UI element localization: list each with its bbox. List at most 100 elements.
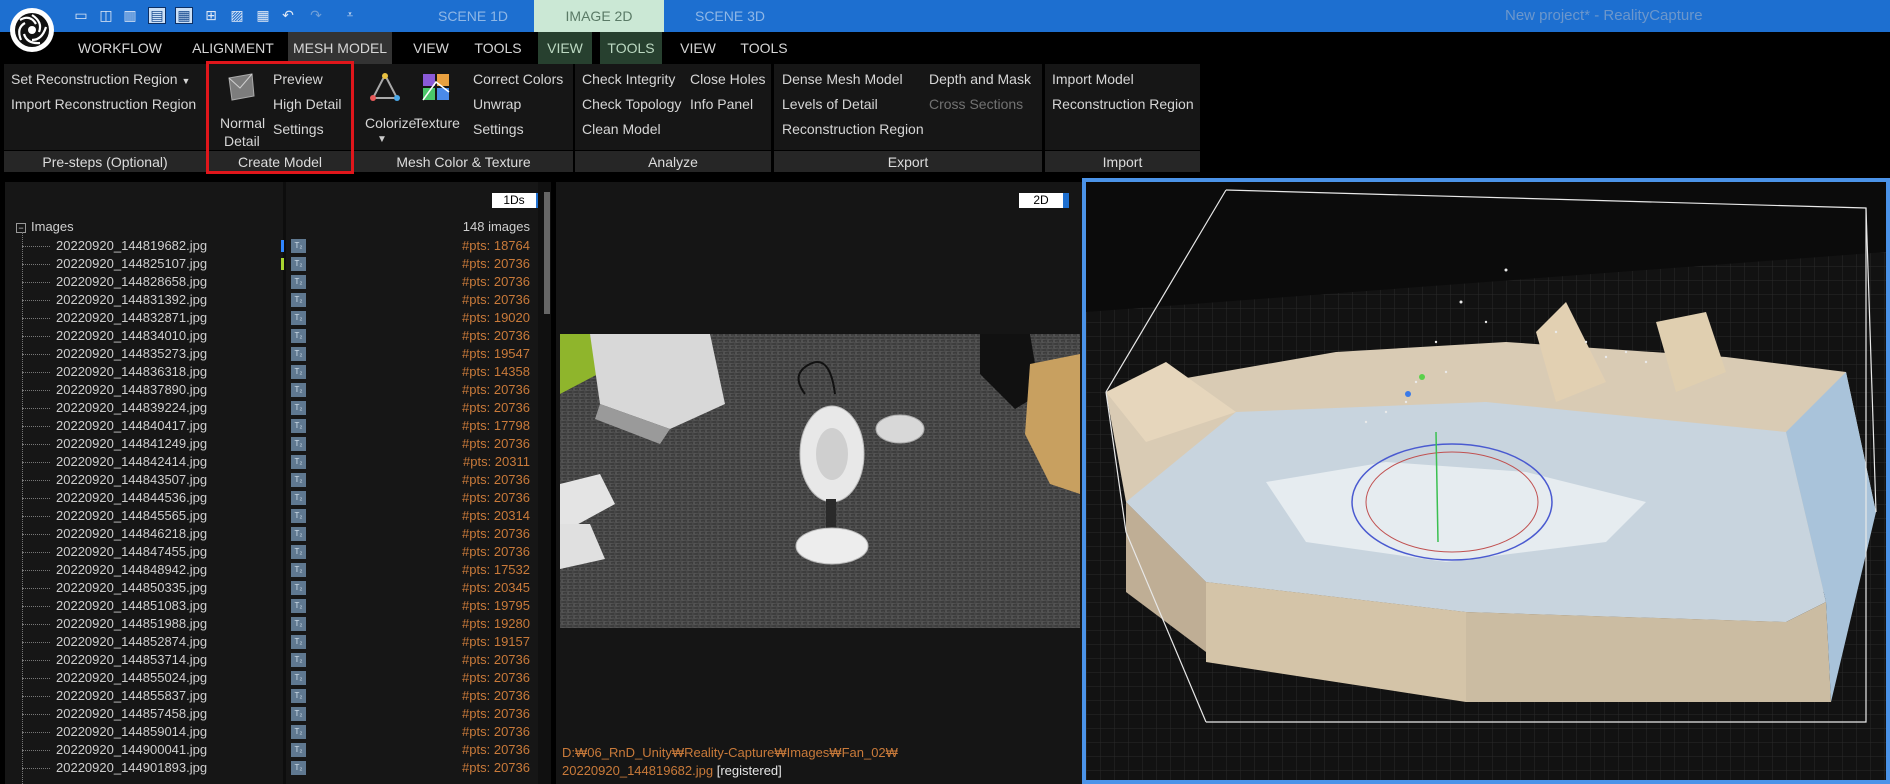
image-list-item[interactable]: 20220920_144840417.jpg T₂ #pts: 17798 [0, 417, 540, 435]
image-list-item[interactable]: 20220920_144852874.jpg T₂ #pts: 19157 [0, 633, 540, 651]
colorize-button[interactable]: Colorize ▼ [358, 66, 416, 150]
texture-button[interactable]: Texture [410, 66, 462, 150]
unwrap-button[interactable]: Unwrap [473, 96, 521, 112]
import-reconstruction-region-button[interactable]: Import Reconstruction Region [11, 96, 196, 112]
image-list-item[interactable]: 20220920_144841249.jpg T₂ #pts: 20736 [0, 435, 540, 453]
image-list-item[interactable]: 20220920_144900041.jpg T₂ #pts: 20736 [0, 741, 540, 759]
undo-icon[interactable]: ↶ [279, 7, 297, 24]
menu-view-2[interactable]: VIEW [538, 32, 592, 64]
image-type-icon[interactable]: T₂ [291, 725, 306, 739]
image-type-icon[interactable]: T₂ [291, 707, 306, 721]
menu-view-3[interactable]: VIEW [673, 32, 723, 64]
image-list-item[interactable]: 20220920_144855024.jpg T₂ #pts: 20736 [0, 669, 540, 687]
image-list-item[interactable]: 20220920_144859014.jpg T₂ #pts: 20736 [0, 723, 540, 741]
close-holes-button[interactable]: Close Holes [690, 71, 765, 87]
import-model-button[interactable]: Import Model [1052, 71, 1134, 87]
image-preview[interactable] [560, 334, 1080, 628]
dense-mesh-model-button[interactable]: Dense Mesh Model [782, 71, 903, 87]
info-panel-button[interactable]: Info Panel [690, 96, 753, 112]
scene-3d-viewport[interactable] [1082, 178, 1890, 784]
images-scrollbar-thumb[interactable] [544, 192, 550, 314]
image-type-icon[interactable]: T₂ [291, 599, 306, 613]
image-list-item[interactable]: 20220920_144828658.jpg T₂ #pts: 20736 [0, 273, 540, 291]
image-type-icon[interactable]: T₂ [291, 581, 306, 595]
menu-workflow[interactable]: WORKFLOW [67, 32, 173, 64]
menu-alignment[interactable]: ALIGNMENT [178, 32, 288, 64]
menu-tools-2[interactable]: TOOLS [600, 32, 662, 64]
correct-colors-button[interactable]: Correct Colors [473, 71, 563, 87]
image-list-item[interactable]: 20220920_144844536.jpg T₂ #pts: 20736 [0, 489, 540, 507]
image-list-item[interactable]: 20220920_144834010.jpg T₂ #pts: 20736 [0, 327, 540, 345]
image-list-item[interactable]: 20220920_144853714.jpg T₂ #pts: 20736 [0, 651, 540, 669]
image-type-icon[interactable]: T₂ [291, 653, 306, 667]
image-list-item[interactable]: 20220920_144851988.jpg T₂ #pts: 19280 [0, 615, 540, 633]
export-reconstruction-region-button[interactable]: Reconstruction Region [782, 121, 924, 137]
set-reconstruction-region-button[interactable]: Set Reconstruction Region ▼ [11, 71, 190, 87]
image-type-icon[interactable]: T₂ [291, 743, 306, 757]
depth-and-mask-button[interactable]: Depth and Mask [929, 71, 1031, 87]
image-type-icon[interactable]: T₂ [291, 671, 306, 685]
image-list-item[interactable]: 20220920_144836318.jpg T₂ #pts: 14358 [0, 363, 540, 381]
layout-8-icon[interactable]: ▦ [254, 7, 272, 24]
collapse-icon[interactable]: − [16, 222, 26, 233]
menu-tools-3[interactable]: TOOLS [734, 32, 794, 64]
layout-1-icon[interactable]: ▭ [72, 7, 90, 24]
image-type-icon[interactable]: T₂ [291, 383, 306, 397]
image-list-item[interactable]: 20220920_144855837.jpg T₂ #pts: 20736 [0, 687, 540, 705]
import-reconstruction-region-2-button[interactable]: Reconstruction Region [1052, 96, 1194, 112]
layout-3-icon[interactable]: ▥ [121, 7, 139, 24]
image-list-item[interactable]: 20220920_144847455.jpg T₂ #pts: 20736 [0, 543, 540, 561]
image-list-item[interactable]: 20220920_144843507.jpg T₂ #pts: 20736 [0, 471, 540, 489]
image-list-item[interactable]: 20220920_144825107.jpg T₂ #pts: 20736 [0, 255, 540, 273]
image-list-item[interactable]: 20220920_144819682.jpg T₂ #pts: 18764 [0, 237, 540, 255]
image-list-item[interactable]: 20220920_144846218.jpg T₂ #pts: 20736 [0, 525, 540, 543]
image-type-icon[interactable]: T₂ [291, 239, 306, 253]
redo-icon[interactable]: ↷ [307, 7, 325, 24]
layout-5-icon[interactable]: ▦ [175, 7, 193, 24]
cross-sections-button[interactable]: Cross Sections [929, 96, 1023, 112]
image-type-icon[interactable]: T₂ [291, 437, 306, 451]
image-list-item[interactable]: 20220920_144851083.jpg T₂ #pts: 19795 [0, 597, 540, 615]
clean-model-button[interactable]: Clean Model [582, 121, 661, 137]
image-type-icon[interactable]: T₂ [291, 527, 306, 541]
image-list-item[interactable]: 20220920_144837890.jpg T₂ #pts: 20736 [0, 381, 540, 399]
image-type-icon[interactable]: T₂ [291, 545, 306, 559]
menu-view-1[interactable]: VIEW [405, 32, 457, 64]
layout-7-icon[interactable]: ▨ [228, 7, 246, 24]
image-list-item[interactable]: 20220920_144857458.jpg T₂ #pts: 20736 [0, 705, 540, 723]
image-list-item[interactable]: 20220920_144832871.jpg T₂ #pts: 19020 [0, 309, 540, 327]
panel-badge-1ds[interactable]: 1Ds [492, 193, 542, 208]
tab-scene-1d[interactable]: SCENE 1D [413, 0, 533, 32]
image-type-icon[interactable]: T₂ [291, 455, 306, 469]
image-type-icon[interactable]: T₂ [291, 689, 306, 703]
image-type-icon[interactable]: T₂ [291, 293, 306, 307]
image-list-item[interactable]: 20220920_144842414.jpg T₂ #pts: 20311 [0, 453, 540, 471]
check-topology-button[interactable]: Check Topology [582, 96, 681, 112]
image-type-icon[interactable]: T₂ [291, 635, 306, 649]
image-list-item[interactable]: 20220920_144839224.jpg T₂ #pts: 20736 [0, 399, 540, 417]
image-type-icon[interactable]: T₂ [291, 509, 306, 523]
image-list-item[interactable]: 20220920_144848942.jpg T₂ #pts: 17532 [0, 561, 540, 579]
image-list-item[interactable]: 20220920_144831392.jpg T₂ #pts: 20736 [0, 291, 540, 309]
layout-4-icon[interactable]: ▤ [148, 7, 166, 24]
image-type-icon[interactable]: T₂ [291, 311, 306, 325]
colorize-dropdown-icon[interactable]: ▼ [377, 134, 387, 145]
app-logo-icon[interactable] [10, 8, 54, 52]
image-type-icon[interactable]: T₂ [291, 761, 306, 775]
menu-tools-1[interactable]: TOOLS [470, 32, 526, 64]
layout-2-icon[interactable]: ◫ [97, 7, 115, 24]
check-integrity-button[interactable]: Check Integrity [582, 71, 675, 87]
customize-icon[interactable]: ⩡ [341, 7, 359, 24]
image-type-icon[interactable]: T₂ [291, 617, 306, 631]
levels-of-detail-button[interactable]: Levels of Detail [782, 96, 878, 112]
mesh-color-settings-button[interactable]: Settings [473, 121, 524, 137]
menu-mesh-model[interactable]: MESH MODEL [288, 32, 392, 64]
image-type-icon[interactable]: T₂ [291, 329, 306, 343]
image-list-item[interactable]: 20220920_144845565.jpg T₂ #pts: 20314 [0, 507, 540, 525]
image-type-icon[interactable]: T₂ [291, 401, 306, 415]
tab-scene-3d[interactable]: SCENE 3D [670, 0, 790, 32]
image-list-item[interactable]: 20220920_144835273.jpg T₂ #pts: 19547 [0, 345, 540, 363]
panel-badge-2d[interactable]: 2D [1019, 193, 1069, 208]
image-type-icon[interactable]: T₂ [291, 275, 306, 289]
images-tree-root[interactable]: − Images [16, 219, 74, 234]
